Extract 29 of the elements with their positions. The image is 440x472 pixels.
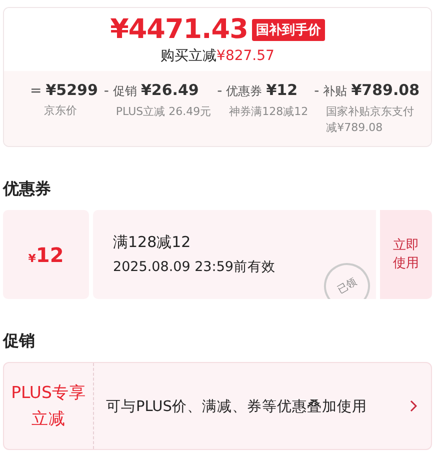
- operator-sign: =: [30, 83, 42, 99]
- breakdown-amount: ¥5299: [46, 81, 98, 99]
- operator-sign: -: [217, 83, 222, 99]
- currency-sign: ¥: [28, 252, 36, 264]
- breakdown-amount: ¥26.49: [140, 81, 199, 99]
- coupon-condition: 满128减12: [113, 233, 192, 252]
- breakdown-note: 国家补贴京东支付减¥789.08: [325, 104, 416, 136]
- breakdown-label: 优惠券: [226, 83, 262, 100]
- breakdown-amount: ¥12: [266, 81, 298, 99]
- breakdown-label: 补贴: [323, 83, 348, 100]
- breakdown-note: PLUS立减 26.49元: [114, 104, 212, 120]
- coupon-validity: 2025.08.09 23:59前有效: [113, 258, 276, 276]
- breakdown-note: 神券满128减12: [228, 104, 308, 120]
- use-now-button[interactable]: 立即使用: [380, 210, 432, 299]
- promo-description: 可与PLUS价、满减、券等优惠叠加使用: [106, 398, 367, 416]
- breakdown-amount: ¥789.08: [351, 81, 420, 99]
- section-title: 优惠券: [3, 179, 52, 200]
- coupon-amount: 12: [36, 242, 64, 266]
- promo-card[interactable]: PLUS专享立减 可与PLUS价、满减、券等优惠叠加使用: [3, 362, 432, 450]
- breakdown-label: 促销: [112, 83, 137, 100]
- promo-tag: PLUS专享立减: [4, 363, 94, 449]
- operator-sign: -: [314, 83, 320, 99]
- section-title: 促销: [3, 331, 36, 352]
- price-tag: 国补到手价: [252, 18, 325, 40]
- final-price: ¥4471.43: [110, 14, 248, 45]
- chevron-right-icon[interactable]: [410, 400, 417, 412]
- breakdown-note: 京东价: [43, 103, 78, 119]
- saving-text: 购买立减¥827.57: [160, 47, 274, 65]
- operator-sign: -: [104, 83, 109, 99]
